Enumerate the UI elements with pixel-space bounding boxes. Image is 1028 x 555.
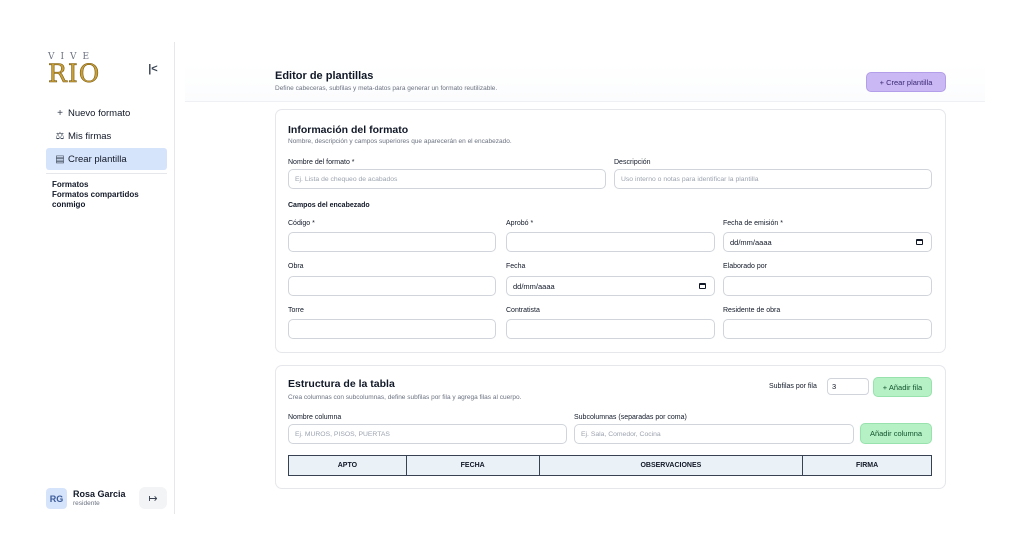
signature-icon: ⚖ xyxy=(55,130,65,142)
logout-icon: ↦ xyxy=(148,492,158,505)
elaborado-input[interactable] xyxy=(723,276,932,296)
table-structure-subtitle: Crea columnas con subcolumnas, define su… xyxy=(288,394,522,401)
sidebar-sections: Formatos Formatos compartidos conmigo xyxy=(52,180,162,210)
sidebar-item-formatos-compartidos[interactable]: Formatos compartidos conmigo xyxy=(52,190,162,210)
avatar: RG xyxy=(46,488,67,509)
column-header[interactable]: FECHA xyxy=(405,455,540,476)
aprobo-label: Aprobó * xyxy=(506,220,534,227)
fecha-emision-label: Fecha de emisión * xyxy=(723,220,783,227)
column-header[interactable]: FIRMA xyxy=(802,455,932,476)
sidebar-item-nuevo-formato[interactable]: + Nuevo formato xyxy=(46,102,167,124)
column-header[interactable]: OBSERVACIONES xyxy=(538,455,804,476)
obra-input[interactable] xyxy=(288,276,496,296)
sidebar-item-label: Crear plantilla xyxy=(68,153,127,165)
calendar-icon[interactable] xyxy=(916,239,923,245)
codigo-label: Código * xyxy=(288,220,315,227)
fecha-label: Fecha xyxy=(506,263,526,270)
add-row-button[interactable]: + Añadir fila xyxy=(873,377,932,397)
fecha-input[interactable]: dd/mm/aaaa xyxy=(506,276,715,296)
codigo-input[interactable] xyxy=(288,232,496,252)
subcolumns-label: Subcolumnas (separadas por coma) xyxy=(574,414,687,421)
page-subtitle: Define cabeceras, subfilas y meta-datos … xyxy=(275,85,498,92)
table-structure-title: Estructura de la tabla xyxy=(288,378,395,390)
sidebar-nav: + Nuevo formato ⚖ Mis firmas ▤ Crear pla… xyxy=(46,102,167,171)
sidebar-item-mis-firmas[interactable]: ⚖ Mis firmas xyxy=(46,125,167,147)
description-input[interactable]: Uso interno o notas para identificar la … xyxy=(614,169,932,189)
format-info-card xyxy=(275,109,946,353)
format-name-label: Nombre del formato * xyxy=(288,159,355,166)
subrows-input[interactable]: 3 xyxy=(827,378,869,395)
page-title: Editor de plantillas xyxy=(275,70,374,82)
aprobo-input[interactable] xyxy=(506,232,715,252)
subrows-label: Subfilas por fila xyxy=(769,383,817,390)
plus-icon: + xyxy=(57,107,63,119)
column-name-label: Nombre columna xyxy=(288,414,342,421)
sidebar-divider xyxy=(46,173,167,174)
residente-input[interactable] xyxy=(723,319,932,339)
sidebar-item-label: Nuevo formato xyxy=(68,107,131,119)
format-info-title: Información del formato xyxy=(288,124,409,136)
sidebar-item-formatos[interactable]: Formatos xyxy=(52,180,162,190)
vive-rio-logo[interactable]: VIVE RIO xyxy=(48,52,102,88)
table-header-row: APTO FECHA OBSERVACIONES FIRMA xyxy=(288,455,932,476)
format-info-subtitle: Nombre, descripción y campos superiores … xyxy=(288,138,512,145)
logout-button[interactable]: ↦ xyxy=(139,487,167,509)
subcolumns-input[interactable]: Ej. Sala, Comedor, Cocina xyxy=(574,424,854,444)
fecha-emision-input[interactable]: dd/mm/aaaa xyxy=(723,232,932,252)
add-column-button[interactable]: Añadir columna xyxy=(860,423,932,444)
logo-main-text: RIO xyxy=(48,59,101,88)
calendar-icon[interactable] xyxy=(699,283,706,289)
contratista-input[interactable] xyxy=(506,319,715,339)
collapse-sidebar-icon[interactable]: |< xyxy=(145,61,161,77)
table-preview: APTO FECHA OBSERVACIONES FIRMA xyxy=(288,455,932,476)
description-label: Descripción xyxy=(614,159,651,166)
column-name-input[interactable]: Ej. MUROS, PISOS, PUERTAS xyxy=(288,424,567,444)
header-fields-title: Campos del encabezado xyxy=(288,202,370,209)
template-icon: ▤ xyxy=(55,153,65,165)
sidebar: VIVE RIO |< + Nuevo formato ⚖ Mis firmas… xyxy=(36,42,175,514)
user-name: Rosa Garcia xyxy=(73,489,126,499)
sidebar-item-label: Mis firmas xyxy=(68,130,112,142)
user-role: residente xyxy=(73,500,100,507)
date-placeholder: dd/mm/aaaa xyxy=(730,237,772,247)
torre-input[interactable] xyxy=(288,319,496,339)
create-template-button[interactable]: + Crear plantilla xyxy=(866,72,946,92)
user-profile: RG Rosa Garcia residente ↦ xyxy=(46,486,168,514)
obra-label: Obra xyxy=(288,263,304,270)
residente-label: Residente de obra xyxy=(723,307,781,314)
sidebar-item-crear-plantilla[interactable]: ▤ Crear plantilla xyxy=(46,148,167,170)
date-placeholder: dd/mm/aaaa xyxy=(513,281,555,291)
elaborado-label: Elaborado por xyxy=(723,263,767,270)
format-name-input[interactable]: Ej. Lista de chequeo de acabados xyxy=(288,169,606,189)
contratista-label: Contratista xyxy=(506,307,540,314)
column-header[interactable]: APTO xyxy=(288,455,407,476)
torre-label: Torre xyxy=(288,307,304,314)
